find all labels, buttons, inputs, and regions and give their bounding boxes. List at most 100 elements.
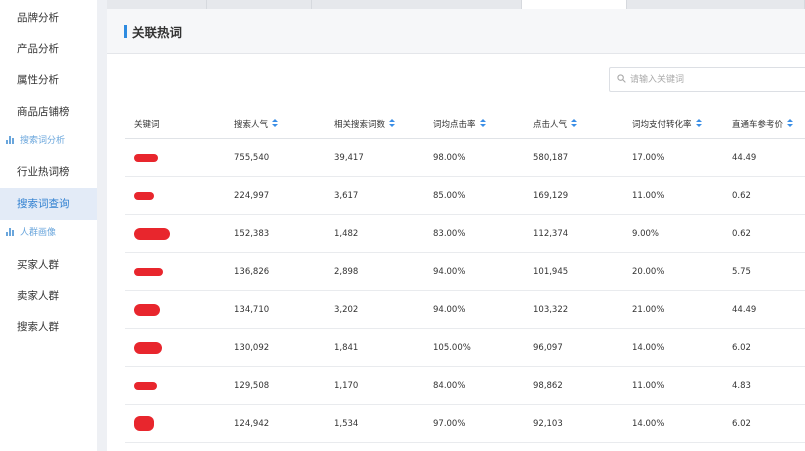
pay-conversion-cell: 14.00% — [632, 418, 665, 429]
sort-icon[interactable] — [272, 119, 279, 128]
keyword-cell[interactable] — [134, 215, 170, 252]
sidebar-item-label: 买家人群 — [17, 259, 59, 271]
sidebar-item-search-term-query[interactable]: 搜索词查询 — [0, 188, 97, 220]
click-rate-cell: 94.00% — [433, 304, 466, 315]
sidebar-item-seller-crowd[interactable]: 卖家人群 — [0, 280, 97, 312]
column-header-related-terms[interactable]: 相关搜索词数 — [334, 109, 396, 138]
search-popularity-cell: 152,383 — [234, 228, 270, 239]
sort-icon[interactable] — [695, 119, 703, 128]
sidebar-item-search-crowd[interactable]: 搜索人群 — [0, 311, 97, 343]
column-header-click-popularity[interactable]: 点击人气 — [533, 109, 578, 138]
tab-stub[interactable] — [107, 0, 207, 9]
tab-stub-active[interactable] — [522, 0, 627, 9]
keyword-cell[interactable] — [134, 253, 163, 290]
table-row: 224,997 3,617 85.00% 169,129 11.00% 0.62 — [125, 177, 805, 215]
column-header-label: 词均支付转化率 — [632, 119, 692, 130]
search-popularity-cell: 130,092 — [234, 342, 270, 353]
click-popularity-cell: 169,129 — [533, 190, 569, 201]
ztc-price-cell: 0.62 — [732, 190, 751, 201]
search-popularity-cell: 134,710 — [234, 304, 270, 315]
sort-icon[interactable] — [479, 119, 487, 128]
sidebar-item-store-ranking[interactable]: 商品店铺榜 — [0, 96, 97, 128]
related-terms-cell: 39,417 — [334, 152, 364, 163]
sidebar-item-industry-hot-words[interactable]: 行业热词榜 — [0, 156, 97, 188]
table-row: 130,092 1,841 105.00% 96,097 14.00% 6.02 — [125, 329, 805, 367]
ztc-price-cell: 5.75 — [732, 266, 751, 277]
keyword-cell[interactable] — [134, 329, 162, 366]
related-terms-cell: 2,898 — [334, 266, 359, 277]
keyword-cell[interactable] — [134, 139, 158, 176]
sidebar-item-label: 卖家人群 — [17, 290, 59, 302]
sidebar-item-label: 商品店铺榜 — [17, 106, 70, 118]
sidebar-item-attribute-analysis[interactable]: 属性分析 — [0, 64, 97, 96]
sort-icon[interactable] — [571, 119, 578, 128]
pay-conversion-cell: 9.00% — [632, 228, 660, 239]
bar-chart-icon — [6, 228, 15, 236]
ztc-price-cell: 0.62 — [732, 228, 751, 239]
redacted-keyword — [134, 381, 157, 390]
redacted-keyword — [134, 267, 163, 276]
sort-icon[interactable] — [389, 119, 396, 128]
related-terms-cell: 3,617 — [334, 190, 359, 201]
ztc-price-cell: 44.49 — [732, 304, 757, 315]
search-popularity-cell: 224,997 — [234, 190, 270, 201]
column-header-pay-conversion[interactable]: 词均支付转化率 — [632, 109, 703, 138]
sidebar-item-buyer-crowd[interactable]: 买家人群 — [0, 249, 97, 281]
sidebar: 品牌分析 产品分析 属性分析 商品店铺榜 搜索词分析 行业热词榜 搜索词查询 人… — [0, 0, 97, 451]
pay-conversion-cell: 21.00% — [632, 304, 665, 315]
click-rate-cell: 97.00% — [433, 418, 466, 429]
pay-conversion-cell: 11.00% — [632, 380, 665, 391]
keyword-search-input[interactable] — [630, 71, 800, 88]
pay-conversion-cell: 17.00% — [632, 152, 665, 163]
click-popularity-cell: 103,322 — [533, 304, 569, 315]
column-header-search-popularity[interactable]: 搜索人气 — [234, 109, 279, 138]
column-header-label: 搜索人气 — [234, 119, 269, 130]
click-rate-cell: 84.00% — [433, 380, 466, 391]
redacted-keyword — [134, 191, 154, 200]
table-row: 124,942 1,534 97.00% 92,103 14.00% 6.02 — [125, 405, 805, 443]
keyword-cell[interactable] — [134, 291, 160, 328]
sidebar-item-label: 搜索词查询 — [17, 198, 70, 210]
sidebar-item-brand-analysis[interactable]: 品牌分析 — [0, 2, 97, 34]
keyword-cell[interactable] — [134, 177, 154, 214]
sidebar-group-label: 搜索词分析 — [20, 136, 66, 146]
table-row: 136,826 2,898 94.00% 101,945 20.00% 5.75 — [125, 253, 805, 291]
click-rate-cell: 98.00% — [433, 152, 466, 163]
click-rate-cell: 105.00% — [433, 342, 471, 353]
sidebar-item-label: 行业热词榜 — [17, 166, 70, 178]
tab-stub[interactable] — [207, 0, 312, 9]
ztc-price-cell: 44.49 — [732, 152, 757, 163]
related-terms-cell: 1,841 — [334, 342, 359, 353]
keyword-search-box[interactable] — [609, 67, 805, 92]
table-row: 134,710 3,202 94.00% 103,322 21.00% 44.4… — [125, 291, 805, 329]
click-popularity-cell: 98,862 — [533, 380, 563, 391]
ztc-price-cell: 4.83 — [732, 380, 751, 391]
column-header-click-rate[interactable]: 词均点击率 — [433, 109, 487, 138]
click-rate-cell: 94.00% — [433, 266, 466, 277]
keyword-cell[interactable] — [134, 367, 157, 404]
related-terms-cell: 3,202 — [334, 304, 359, 315]
pay-conversion-cell: 20.00% — [632, 266, 665, 277]
search-popularity-cell: 755,540 — [234, 152, 270, 163]
tab-stub[interactable] — [627, 0, 805, 9]
sidebar-item-label: 品牌分析 — [17, 12, 59, 24]
sort-icon[interactable] — [787, 119, 794, 128]
table-header-row: 关键词 搜索人气 相关搜索词数 词均点击率 点击人气 词均支付转化率 直通车参考… — [125, 109, 805, 139]
related-terms-cell: 1,534 — [334, 418, 359, 429]
sidebar-item-product-analysis[interactable]: 产品分析 — [0, 33, 97, 65]
table-row: 152,383 1,482 83.00% 112,374 9.00% 0.62 — [125, 215, 805, 253]
sidebar-item-label: 搜索人群 — [17, 321, 59, 333]
click-rate-cell: 85.00% — [433, 190, 466, 201]
main-panel: 关联热词 关键词 搜索人气 相关搜索词数 词均点击率 点击人气 词均支付转化率 … — [107, 9, 805, 451]
keyword-cell[interactable] — [134, 405, 154, 442]
tab-stub[interactable] — [312, 0, 522, 9]
redacted-keyword — [134, 341, 162, 354]
column-header-ztc-price[interactable]: 直通车参考价 — [732, 109, 794, 138]
sidebar-group-crowd-profile: 人群画像 — [0, 221, 97, 245]
column-header-label: 相关搜索词数 — [334, 119, 386, 130]
sidebar-group-label: 人群画像 — [20, 228, 57, 238]
click-popularity-cell: 112,374 — [533, 228, 569, 239]
sidebar-item-label: 产品分析 — [17, 43, 59, 55]
top-tab-strip — [97, 0, 805, 9]
sidebar-item-label: 属性分析 — [17, 74, 59, 86]
